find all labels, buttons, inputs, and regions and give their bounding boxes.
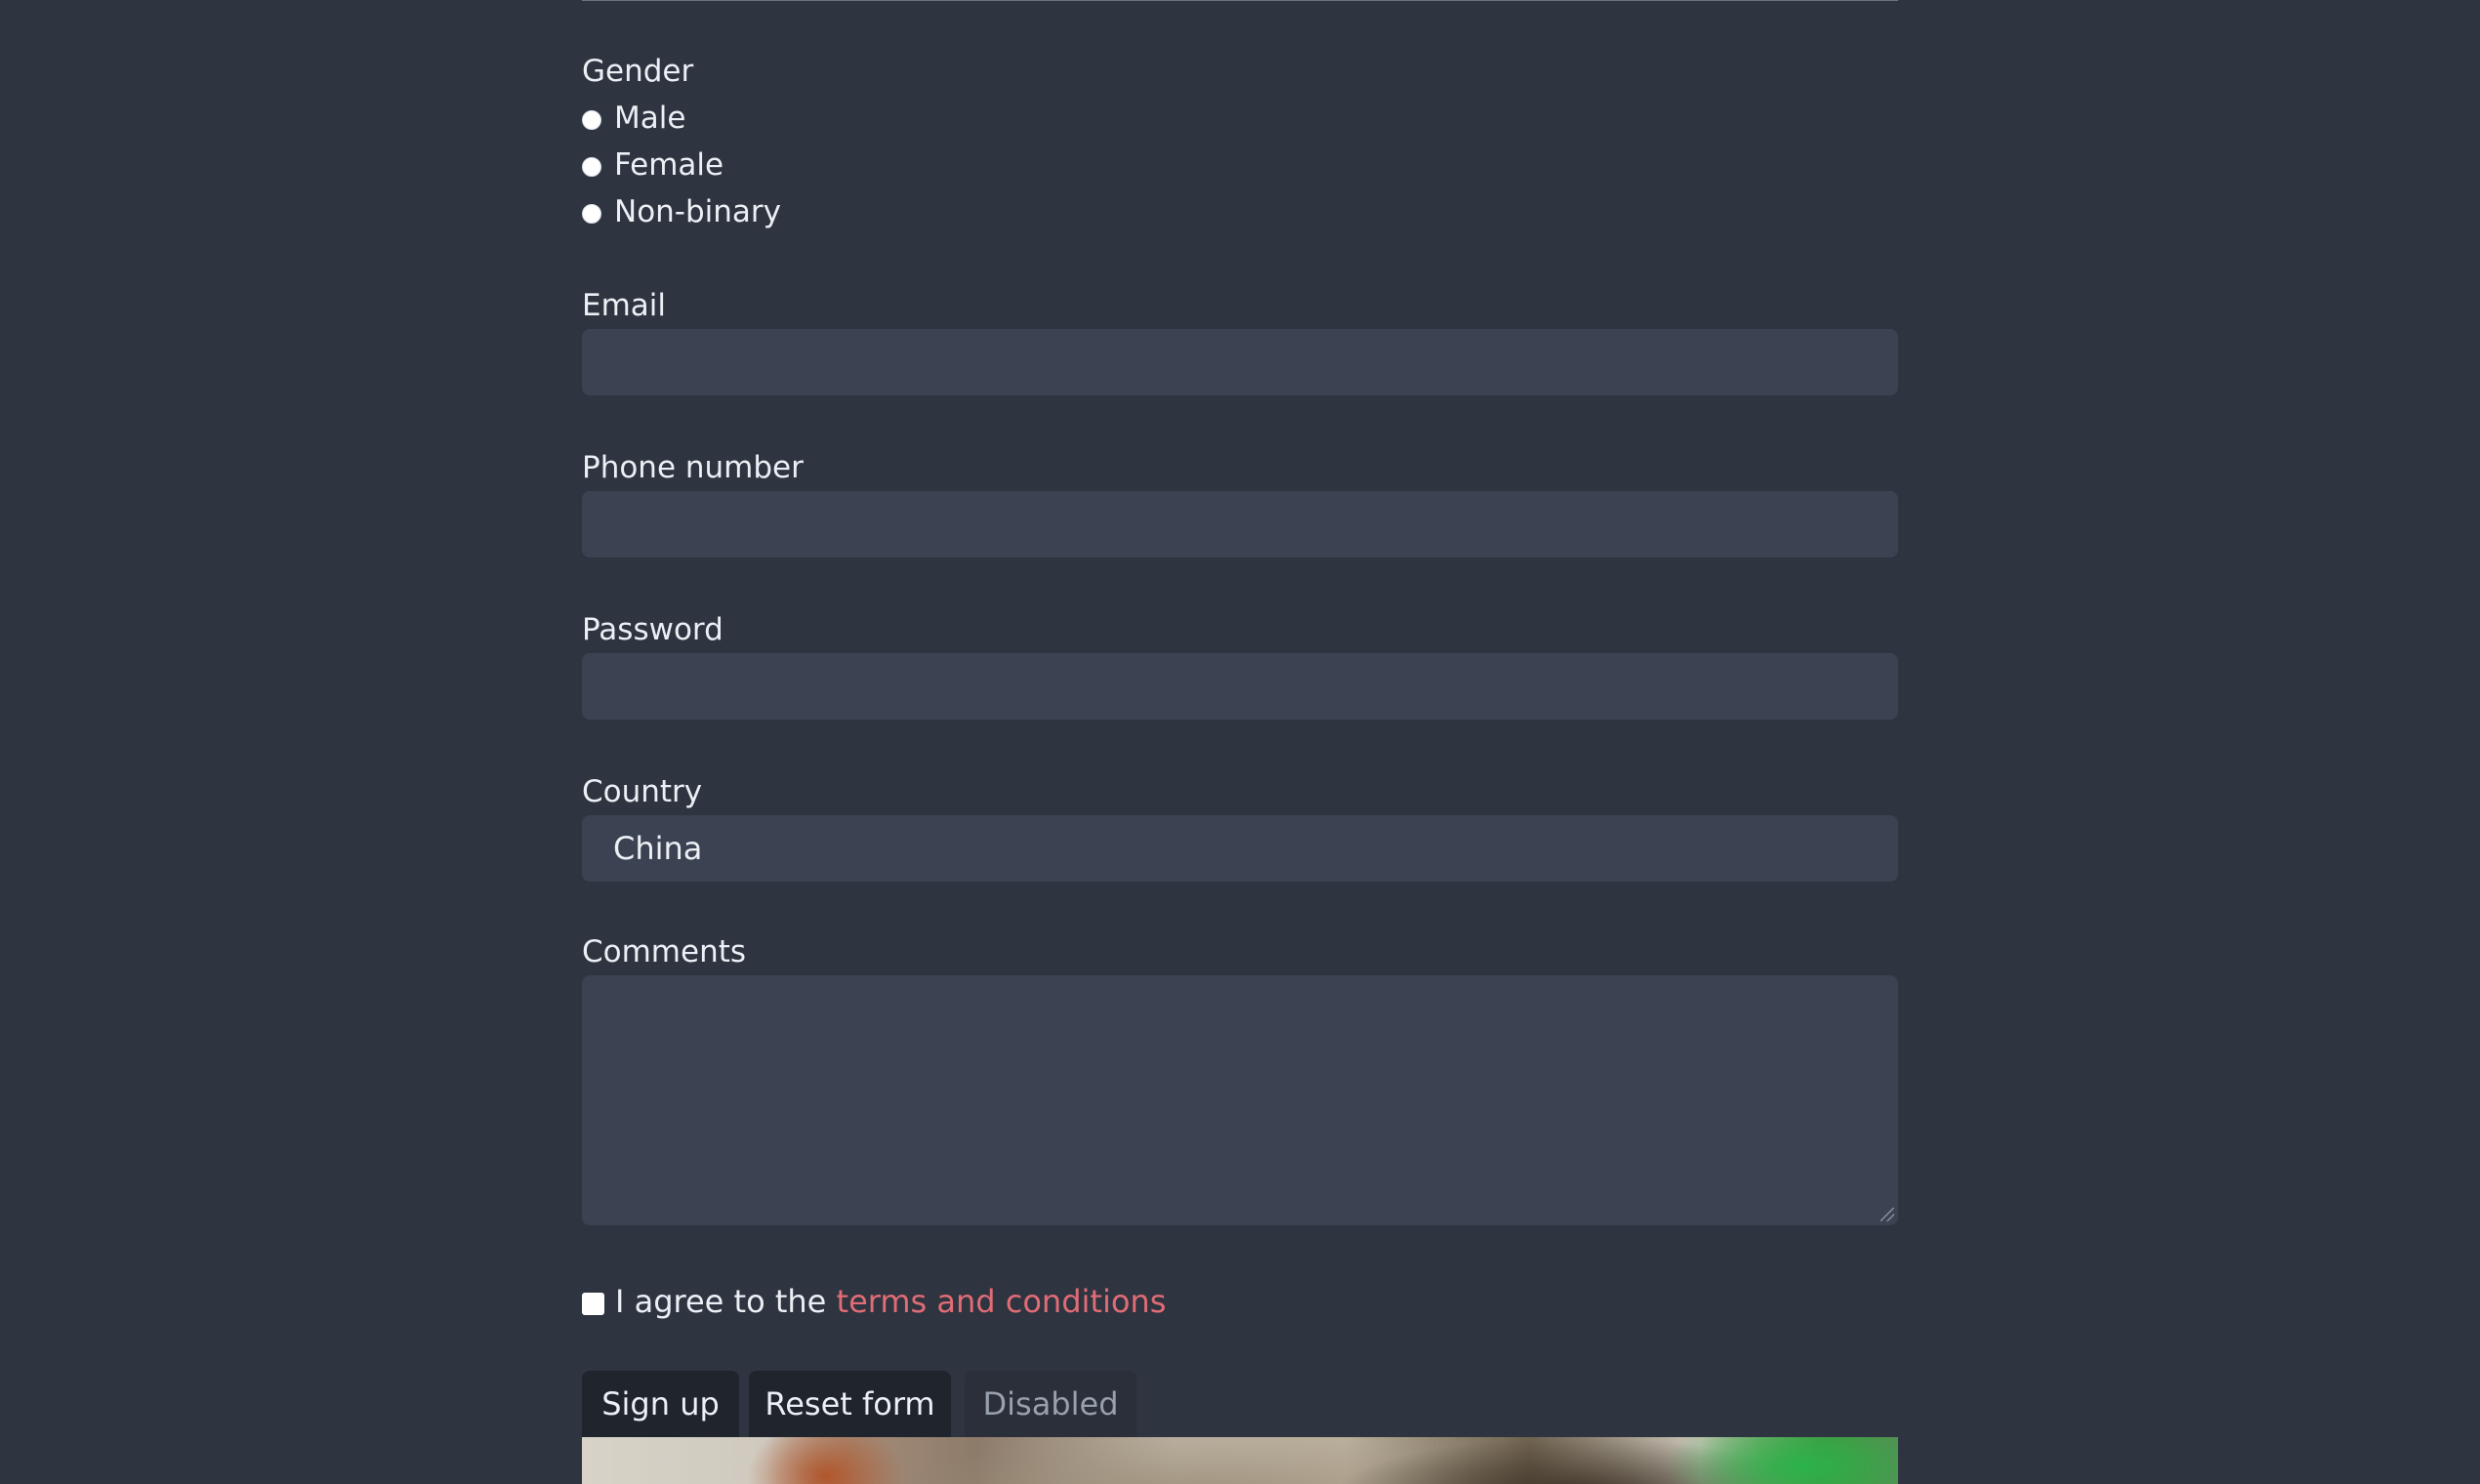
top-divider: [582, 0, 1898, 1]
comments-label: Comments: [582, 934, 747, 969]
sign-up-button[interactable]: Sign up: [582, 1371, 739, 1437]
country-select-value: China: [613, 830, 703, 867]
phone-label: Phone number: [582, 450, 804, 485]
country-label: Country: [582, 774, 703, 809]
password-label: Password: [582, 612, 723, 647]
radio-option-male[interactable]: Male: [582, 99, 685, 138]
email-field[interactable]: [582, 329, 1898, 395]
terms-checkbox[interactable]: [582, 1292, 604, 1315]
comments-textarea[interactable]: [582, 975, 1898, 1225]
photo-image: [582, 1437, 1898, 1484]
country-select[interactable]: China: [582, 815, 1898, 882]
radio-option-non-binary[interactable]: Non-binary: [582, 192, 781, 231]
password-field[interactable]: [582, 653, 1898, 720]
terms-link[interactable]: terms and conditions: [837, 1282, 1167, 1321]
radio-label-non-binary[interactable]: Non-binary: [614, 193, 781, 230]
disabled-button: Disabled: [965, 1371, 1137, 1437]
radio-label-male[interactable]: Male: [614, 100, 685, 137]
radio-button-male[interactable]: [582, 110, 601, 130]
resize-handle-icon[interactable]: [1881, 1208, 1894, 1221]
radio-button-non-binary[interactable]: [582, 204, 601, 224]
radio-option-female[interactable]: Female: [582, 145, 723, 185]
radio-button-female[interactable]: [582, 157, 601, 177]
radio-label-female[interactable]: Female: [614, 146, 723, 184]
terms-agreement-text: I agree to the: [615, 1283, 837, 1320]
terms-agreement: I agree to the terms and conditions: [582, 1280, 1166, 1323]
phone-field[interactable]: [582, 491, 1898, 557]
reset-form-button[interactable]: Reset form: [749, 1371, 951, 1437]
email-label: Email: [582, 288, 667, 323]
gender-label: Gender: [582, 54, 694, 89]
